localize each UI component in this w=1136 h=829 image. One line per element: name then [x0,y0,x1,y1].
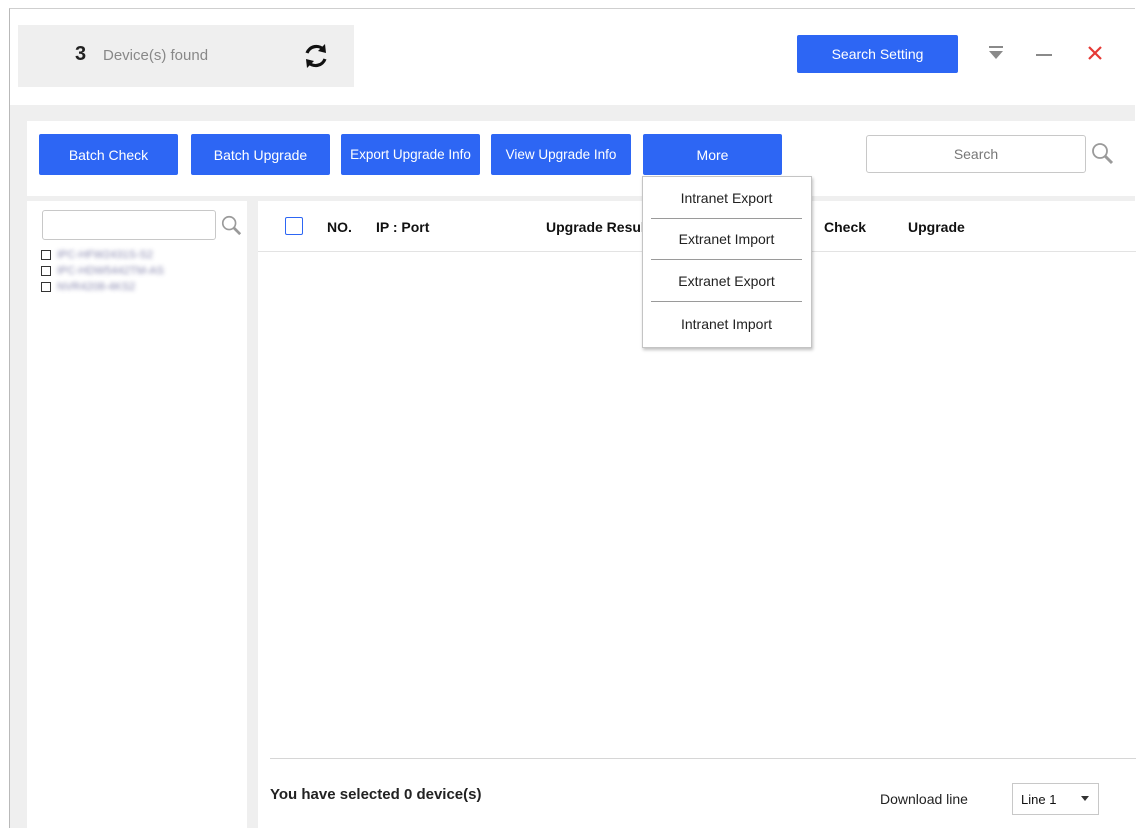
view-upgrade-info-button[interactable]: View Upgrade Info [491,134,631,175]
footer-divider [270,758,1136,759]
more-dropdown-menu: Intranet Export Extranet Import Extranet… [642,176,812,348]
column-header-check[interactable]: Check [824,219,866,235]
search-input[interactable] [866,135,1086,173]
device-tree-item[interactable]: IPC-HFW2431S-S2 [41,247,164,263]
chevron-down-icon [1081,796,1089,801]
device-tree-item[interactable]: IPC-HDW5442TM-AS [41,263,164,279]
device-label: NVR4208-4KS2 [57,281,136,293]
device-count: 3 [75,43,87,65]
device-tree-search-input[interactable] [42,210,216,240]
device-tree-list: IPC-HFW2431S-S2 IPC-HDW5442TM-AS NVR4208… [41,247,164,295]
column-header-no[interactable]: NO. [327,219,352,235]
column-header-ip-port[interactable]: IP : Port [376,219,429,235]
menu-item-extranet-export[interactable]: Extranet Export [651,261,802,302]
device-checkbox[interactable] [41,266,51,276]
batch-check-button[interactable]: Batch Check [39,134,178,175]
device-tree-panel: IPC-HFW2431S-S2 IPC-HDW5442TM-AS NVR4208… [27,201,247,829]
menu-item-extranet-import[interactable]: Extranet Import [651,219,802,260]
download-line-select[interactable]: Line 1 [1012,783,1099,815]
column-header-upgrade[interactable]: Upgrade [908,219,965,235]
download-line-label: Download line [880,791,968,807]
device-found-panel: 3 Device(s) found [18,25,354,87]
action-toolbar: Batch Check Batch Upgrade Export Upgrade… [27,121,1136,196]
download-line-value: Line 1 [1021,792,1057,807]
batch-upgrade-button[interactable]: Batch Upgrade [191,134,330,175]
device-tree-item[interactable]: NVR4208-4KS2 [41,279,164,295]
title-bar: 3 Device(s) found Search Setting [10,9,1136,105]
close-icon[interactable] [1085,43,1105,63]
minimize-icon[interactable] [1034,44,1054,64]
device-found-label: Device(s) found [103,47,209,64]
search-setting-button[interactable]: Search Setting [797,35,958,73]
refresh-icon[interactable] [301,41,331,71]
search-icon[interactable] [220,214,242,236]
search-icon[interactable] [1090,141,1114,165]
more-button[interactable]: More [643,134,782,175]
device-label: IPC-HDW5442TM-AS [57,265,164,277]
selected-count-text: You have selected 0 device(s) [270,786,482,803]
export-upgrade-info-button[interactable]: Export Upgrade Info [341,134,480,175]
device-checkbox[interactable] [41,250,51,260]
column-header-upgrade-result[interactable]: Upgrade Result [546,219,642,235]
select-all-checkbox[interactable] [285,217,303,235]
menu-item-intranet-export[interactable]: Intranet Export [651,178,802,219]
menu-item-intranet-import[interactable]: Intranet Import [651,303,802,344]
app-window: 3 Device(s) found Search Setting Batch C… [9,8,1136,829]
device-checkbox[interactable] [41,282,51,292]
device-label: IPC-HFW2431S-S2 [57,249,153,261]
filter-icon[interactable] [988,45,1004,61]
